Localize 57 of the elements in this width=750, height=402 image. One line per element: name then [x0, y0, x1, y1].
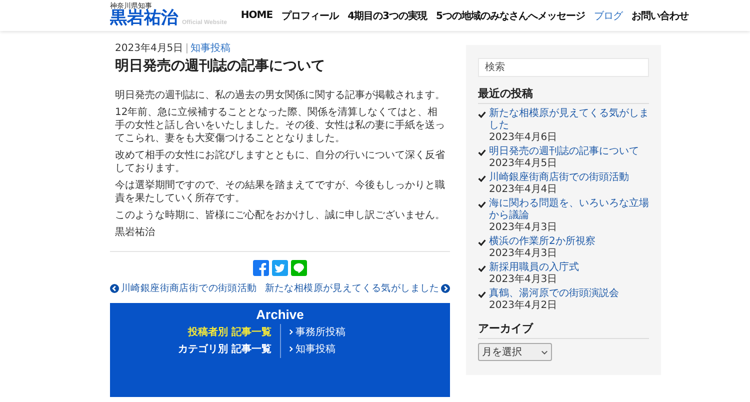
- previous-post-link[interactable]: 川崎銀座街商店街での街頭活動: [110, 282, 257, 295]
- archive-tab[interactable]: カテゴリ別 記事一覧: [178, 340, 272, 358]
- check-icon: [478, 239, 486, 246]
- nav-link[interactable]: 5つの地域のみなさんへメッセージ: [436, 8, 585, 22]
- paragraph: 12年前、急に立候補することとなった際、関係を清算しなくてはと、相手の女性と話し合いをいたしました。その後、女性は私の妻に手紙を送ってこられ、妻をも大変傷つけることとなりました。: [115, 106, 445, 145]
- post-date: 2023年4月3日: [489, 222, 558, 234]
- post-date: 2023年4月6日: [489, 132, 558, 144]
- paragraph: このような時期に、皆様にご心配をおかけし、誠に申し訳ございません。: [115, 208, 445, 222]
- widget-heading: 最近の投稿: [478, 86, 649, 104]
- post-date: 2023年4月2日: [489, 300, 558, 312]
- post-date: 2023年4月3日: [489, 274, 558, 286]
- post-link[interactable]: 新たな相模原が見えてくる気がしました: [489, 108, 649, 132]
- post-link[interactable]: 真鶴、湯河原での街頭演説会: [489, 288, 619, 300]
- check-icon: [478, 111, 486, 118]
- widget-heading: アーカイブ: [478, 321, 649, 339]
- bird-icon[interactable]: [272, 260, 288, 276]
- paragraph: 黒岩祐治: [115, 226, 156, 239]
- category-link[interactable]: 知事投稿: [190, 43, 231, 55]
- logo-name[interactable]: 黒岩祐治: [110, 10, 178, 28]
- f-letter-icon[interactable]: [253, 260, 269, 276]
- nav-link[interactable]: HOME: [240, 10, 273, 21]
- archive-link[interactable]: 知事投稿: [288, 340, 448, 358]
- nav-link[interactable]: お問い合わせ: [631, 8, 688, 22]
- archive-title: Archive: [255, 306, 305, 322]
- paragraph: 今は選挙期間ですので、その結果を踏まえてですが、今後もしっかりと職責を果たしていく所存です。: [115, 178, 445, 205]
- check-icon: [478, 175, 486, 182]
- next-post-link[interactable]: 新たな相模原が見えてくる気がしました: [264, 282, 450, 295]
- chevron-circle-icon: [110, 284, 119, 293]
- post-date: 2023年4月5日: [489, 158, 558, 170]
- speech-bubble-icon[interactable]: [291, 260, 307, 276]
- post-link[interactable]: 横浜の作業所2か所視察: [489, 236, 596, 248]
- paragraph: 改めて相手の女性にお詫びしますとともに、自分の行いについて深く反省しております。: [115, 148, 445, 175]
- chevron-circle-icon: [441, 284, 450, 293]
- nav-link[interactable]: ブログ: [594, 8, 622, 22]
- archive-link[interactable]: 事務所投稿: [288, 324, 448, 341]
- post-date: 2023年4月5日: [115, 43, 184, 55]
- caret-icon: [541, 350, 548, 354]
- nav-link[interactable]: プロフィール: [282, 8, 339, 22]
- separator: |: [185, 43, 189, 55]
- post-link[interactable]: 川崎銀座街商店街での街頭活動: [489, 172, 629, 184]
- check-icon: [478, 265, 486, 272]
- chevron-icon: [288, 329, 292, 336]
- post-link[interactable]: 新採用職員の入庁式: [489, 262, 579, 274]
- post-date: 2023年4月3日: [489, 248, 558, 260]
- month-dropdown[interactable]: 月を選択: [478, 343, 552, 361]
- post-date: 2023年4月4日: [489, 184, 558, 196]
- check-icon: [478, 149, 486, 156]
- post-link[interactable]: 明日発売の週刊誌の記事について: [489, 146, 639, 158]
- check-icon: [478, 201, 486, 208]
- check-icon: [478, 291, 486, 298]
- search-field[interactable]: 検索: [478, 58, 649, 77]
- archive-tab[interactable]: 投稿者別 記事一覧: [188, 324, 272, 341]
- post-link[interactable]: 海に関わる問題を、いろいろな立場から議論: [489, 198, 649, 222]
- nav-link[interactable]: 4期目の3つの実現: [348, 8, 427, 22]
- paragraph: 明日発売の週刊誌に、私の過去の男女関係に関する記事が掲載されます。: [115, 88, 445, 102]
- post-title: 明日発売の週刊誌の記事について: [115, 58, 326, 75]
- chevron-icon: [288, 346, 292, 352]
